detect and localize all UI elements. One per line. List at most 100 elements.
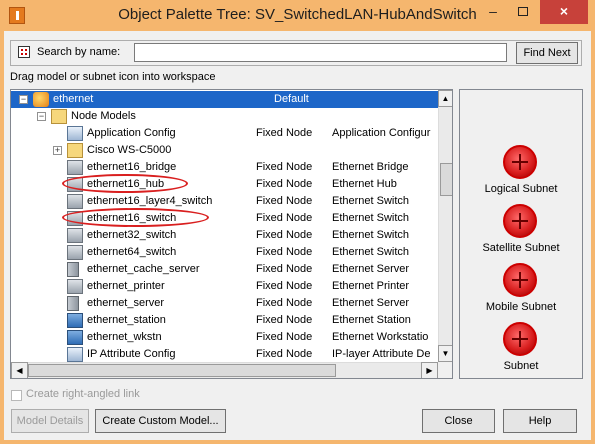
globe-icon[interactable] [33, 92, 49, 107]
logical-subnet-item[interactable]: Logical Subnet [460, 145, 582, 203]
search-grid-icon [18, 46, 30, 58]
tree-item-description: Ethernet Hub [332, 178, 397, 190]
tree-item-node-model[interactable]: IP Attribute Config Fixed Node IP-layer At… [11, 346, 438, 363]
scroll-right-button[interactable]: ▶ [421, 362, 438, 378]
tree-item-node-model[interactable]: ethernet16_switch Fixed Node Ethernet Swit… [11, 208, 438, 227]
subnet-item[interactable]: Subnet [460, 322, 582, 380]
tree-item-name: IP Attribute Config [87, 348, 176, 360]
search-input[interactable] [134, 43, 507, 62]
tree-item-library[interactable]: − ethernet Default [11, 91, 438, 108]
model-details-button[interactable]: Model Details [11, 409, 89, 433]
tree-item-node-model[interactable]: ethernet16_hub Fixed Node Ethernet Hub [11, 174, 438, 193]
scroll-down-button[interactable]: ▼ [438, 345, 452, 362]
tree-item-description: Ethernet Switch [332, 246, 410, 258]
bridge-icon[interactable] [67, 160, 83, 175]
object-palette-tree[interactable]: − ethernet Default − Node Models Application … [10, 89, 453, 379]
tree-item-node-model[interactable]: ethernet_station Fixed Node Ethernet Stati… [11, 312, 438, 329]
tree-item-name: ethernet_cache_server [87, 263, 200, 275]
horizontal-scrollbar[interactable]: ◀ ▶ [11, 362, 438, 378]
tree-item-type: Fixed Node [256, 348, 313, 360]
collapse-icon[interactable]: − [37, 112, 46, 121]
tree-item-name: ethernet_printer [87, 280, 165, 292]
tree-item-type: Fixed Node [256, 195, 313, 207]
tree-item-node-model[interactable]: ethernet32_switch Fixed Node Ethernet Swit… [11, 227, 438, 244]
horizontal-scroll-thumb[interactable] [28, 364, 336, 377]
server-icon[interactable] [67, 262, 79, 277]
tree-item-description: Ethernet Switch [332, 229, 410, 241]
tree-item-name: ethernet [53, 93, 94, 105]
tree-item-name: ethernet_server [87, 297, 165, 309]
tree-item-name: ethernet_station [87, 314, 166, 326]
tree-item-node-model[interactable]: + Cisco WS-C5000 [11, 142, 438, 159]
right-angled-link-label: Create right-angled link [26, 388, 140, 400]
red-highlight-annotation [62, 208, 209, 227]
tree-item-node-model[interactable]: Application Config Fixed Node Application … [11, 125, 438, 142]
subnet-label: Logical Subnet [484, 183, 558, 195]
subnet-icon[interactable] [503, 322, 537, 356]
tree-item-description: Ethernet Server [332, 297, 410, 309]
create-custom-model-button[interactable]: Create Custom Model... [95, 409, 226, 433]
tree-item-type: Fixed Node [256, 127, 313, 139]
minimize-button[interactable]: – [479, 0, 507, 24]
maximize-icon [518, 7, 528, 16]
mobile-subnet-item[interactable]: Mobile Subnet [460, 263, 582, 321]
close-window-button[interactable]: × [540, 0, 588, 24]
tree-item-type: Fixed Node [256, 161, 313, 173]
tree-item-description: Ethernet Bridge [332, 161, 409, 173]
tree-item-type: Fixed Node [256, 178, 313, 190]
tree-item-description: Ethernet Switch [332, 195, 410, 207]
right-angled-link-checkbox[interactable] [11, 390, 22, 401]
tree-item-description: Application Configur [332, 127, 431, 139]
tree-item-node-model[interactable]: ethernet_wkstn Fixed Node Ethernet Worksta… [11, 329, 438, 346]
station-icon[interactable] [67, 313, 83, 328]
workstation-icon[interactable] [67, 330, 83, 345]
tree-item-type: Fixed Node [256, 280, 313, 292]
subnet-label: Subnet [503, 360, 539, 372]
tree-item-description: IP-layer Attribute De [332, 348, 431, 360]
folder-icon[interactable] [51, 109, 67, 124]
tree-item-category[interactable]: − Node Models [11, 108, 438, 125]
search-bar: Search by name: Find Next [10, 40, 582, 66]
application-config-icon[interactable] [67, 347, 83, 362]
folder-icon[interactable] [67, 143, 83, 158]
logical-subnet-icon[interactable] [503, 145, 537, 179]
find-next-button[interactable]: Find Next [516, 42, 578, 64]
collapse-icon[interactable]: − [19, 95, 28, 104]
vertical-scroll-thumb[interactable] [440, 163, 452, 196]
tree-item-name: Node Models [71, 110, 136, 122]
satellite-subnet-icon[interactable] [503, 204, 537, 238]
tree-item-name: ethernet_wkstn [87, 331, 162, 343]
subnet-label: Satellite Subnet [482, 242, 560, 254]
tree-item-node-model[interactable]: ethernet_cache_server Fixed Node Ethernet … [11, 261, 438, 278]
switch-icon[interactable] [67, 245, 83, 260]
application-config-icon[interactable] [67, 126, 83, 141]
tree-item-description: Ethernet Server [332, 263, 410, 275]
switch-icon[interactable] [67, 194, 83, 209]
tree-item-node-model[interactable]: ethernet_printer Fixed Node Ethernet Print… [11, 278, 438, 295]
help-button[interactable]: Help [503, 409, 577, 433]
maximize-button[interactable] [509, 0, 537, 24]
vertical-scrollbar[interactable]: ▲ ▼ [438, 90, 452, 362]
tree-item-type: Default [274, 93, 309, 105]
printer-icon[interactable] [67, 279, 83, 294]
red-highlight-annotation [62, 174, 188, 193]
scroll-up-button[interactable]: ▲ [438, 90, 452, 107]
tree-item-type: Fixed Node [256, 229, 313, 241]
mobile-subnet-icon[interactable] [503, 263, 537, 297]
tree-item-node-model[interactable]: ethernet16_bridge Fixed Node Ethernet Brid… [11, 159, 438, 176]
tree-item-node-model[interactable]: ethernet16_layer4_switch Fixed Node Ethern… [11, 193, 438, 210]
expand-icon[interactable]: + [53, 146, 62, 155]
tree-item-type: Fixed Node [256, 331, 313, 343]
close-button[interactable]: Close [422, 409, 495, 433]
satellite-subnet-item[interactable]: Satellite Subnet [460, 204, 582, 262]
switch-icon[interactable] [67, 228, 83, 243]
server-icon[interactable] [67, 296, 79, 311]
tree-item-type: Fixed Node [256, 263, 313, 275]
window-border-right [591, 31, 595, 444]
window-border-bottom [0, 440, 595, 444]
scroll-left-button[interactable]: ◀ [11, 362, 28, 378]
tree-item-node-model[interactable]: ethernet_server Fixed Node Ethernet Server [11, 295, 438, 312]
tree-item-node-model[interactable]: ethernet64_switch Fixed Node Ethernet Swit… [11, 244, 438, 261]
tree-item-name: ethernet32_switch [87, 229, 177, 241]
window-border-left [0, 31, 4, 444]
